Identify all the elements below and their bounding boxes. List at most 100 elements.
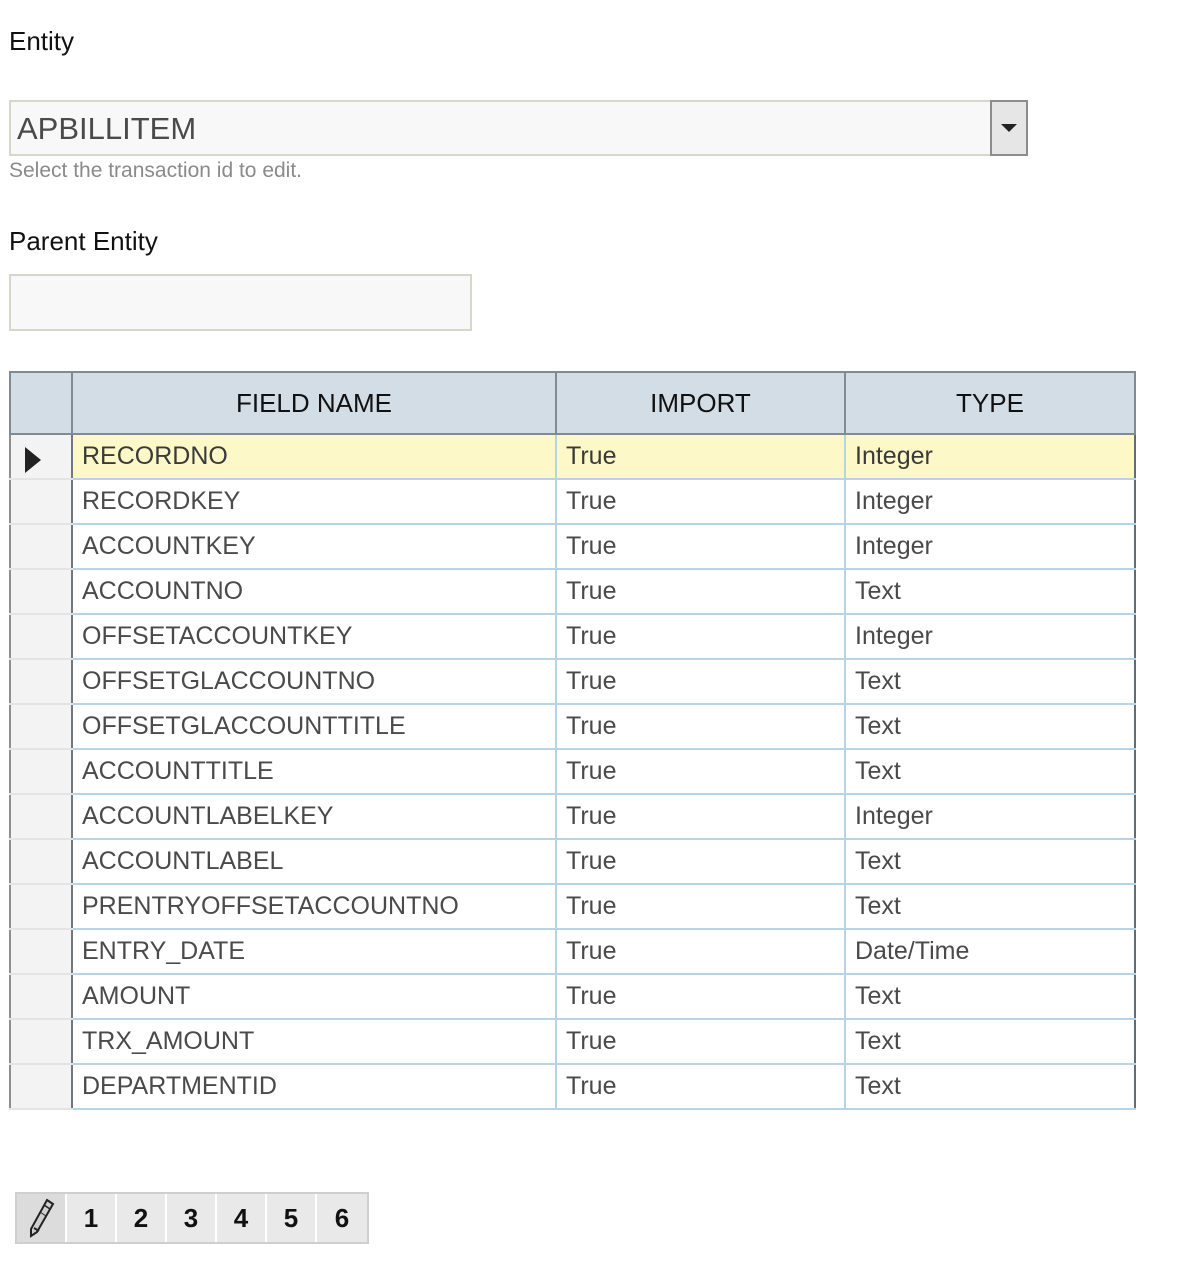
row-selector[interactable] <box>9 703 73 750</box>
row-selector[interactable] <box>9 478 73 525</box>
page-button-6[interactable]: 6 <box>317 1194 367 1242</box>
row-selector[interactable] <box>9 973 73 1020</box>
cell-field-name[interactable]: DEPARTMENTID <box>71 1063 557 1110</box>
cell-import[interactable]: True <box>555 703 846 750</box>
row-selector-header <box>9 371 73 435</box>
cell-import[interactable]: True <box>555 433 846 480</box>
cell-type[interactable]: Integer <box>844 613 1136 660</box>
cell-field-name[interactable]: AMOUNT <box>71 973 557 1020</box>
cell-field-name[interactable]: OFFSETGLACCOUNTNO <box>71 658 557 705</box>
cell-field-name[interactable]: ENTRY_DATE <box>71 928 557 975</box>
cell-type[interactable]: Integer <box>844 433 1136 480</box>
dropdown-toggle-button[interactable] <box>990 100 1028 156</box>
cell-type[interactable]: Text <box>844 748 1136 795</box>
cell-type[interactable]: Date/Time <box>844 928 1136 975</box>
cell-field-name[interactable]: RECORDKEY <box>71 478 557 525</box>
cell-type[interactable]: Integer <box>844 523 1136 570</box>
row-selector[interactable] <box>9 748 73 795</box>
cell-type[interactable]: Text <box>844 1063 1136 1110</box>
table-row[interactable]: DEPARTMENTID True Text <box>9 1063 1136 1110</box>
cell-type[interactable]: Text <box>844 838 1136 885</box>
row-selector[interactable] <box>9 433 73 480</box>
cell-type[interactable]: Text <box>844 1018 1136 1065</box>
column-header-import[interactable]: IMPORT <box>555 371 846 435</box>
cell-import[interactable]: True <box>555 928 846 975</box>
row-selector[interactable] <box>9 838 73 885</box>
parent-entity-label: Parent Entity <box>9 226 158 256</box>
row-selector[interactable] <box>9 1018 73 1065</box>
table-row[interactable]: OFFSETGLACCOUNTTITLE True Text <box>9 703 1136 750</box>
pager: 1 2 3 4 5 6 <box>15 1192 369 1244</box>
pager-edit-button[interactable] <box>17 1194 67 1242</box>
current-row-arrow-icon <box>25 447 41 473</box>
cell-field-name[interactable]: OFFSETGLACCOUNTTITLE <box>71 703 557 750</box>
page-button-5[interactable]: 5 <box>267 1194 317 1242</box>
row-selector[interactable] <box>9 658 73 705</box>
cell-import[interactable]: True <box>555 883 846 930</box>
cell-type[interactable]: Integer <box>844 793 1136 840</box>
table-row[interactable]: RECORDKEY True Integer <box>9 478 1136 525</box>
row-selector[interactable] <box>9 568 73 615</box>
column-header-type[interactable]: TYPE <box>844 371 1136 435</box>
cell-import[interactable]: True <box>555 1018 846 1065</box>
cell-type[interactable]: Text <box>844 973 1136 1020</box>
cell-field-name[interactable]: OFFSETACCOUNTKEY <box>71 613 557 660</box>
page-button-2[interactable]: 2 <box>117 1194 167 1242</box>
cell-field-name[interactable]: ACCOUNTNO <box>71 568 557 615</box>
row-selector[interactable] <box>9 928 73 975</box>
cell-field-name[interactable]: ACCOUNTLABEL <box>71 838 557 885</box>
table-row[interactable]: ACCOUNTLABEL True Text <box>9 838 1136 885</box>
cell-import[interactable]: True <box>555 1063 846 1110</box>
cell-field-name[interactable]: ACCOUNTKEY <box>71 523 557 570</box>
cell-import[interactable]: True <box>555 748 846 795</box>
table-row[interactable]: ACCOUNTLABELKEY True Integer <box>9 793 1136 840</box>
entity-dropdown[interactable]: APBILLITEM <box>9 100 1028 156</box>
entity-label: Entity <box>9 26 75 56</box>
cell-import[interactable]: True <box>555 613 846 660</box>
entity-dropdown-value: APBILLITEM <box>17 111 197 146</box>
table-row[interactable]: TRX_AMOUNT True Text <box>9 1018 1136 1065</box>
cell-type[interactable]: Integer <box>844 478 1136 525</box>
cell-import[interactable]: True <box>555 568 846 615</box>
fields-table: FIELD NAME IMPORT TYPE RECORDNO True Integ… <box>9 371 1136 1110</box>
cell-import[interactable]: True <box>555 793 846 840</box>
page-button-3[interactable]: 3 <box>167 1194 217 1242</box>
row-selector[interactable] <box>9 793 73 840</box>
table-row[interactable]: PRENTRYOFFSETACCOUNTNO True Text <box>9 883 1136 930</box>
table-row[interactable]: ACCOUNTKEY True Integer <box>9 523 1136 570</box>
table-row[interactable]: ACCOUNTNO True Text <box>9 568 1136 615</box>
column-header-field-name[interactable]: FIELD NAME <box>71 371 557 435</box>
cell-import[interactable]: True <box>555 658 846 705</box>
cell-field-name[interactable]: ACCOUNTLABELKEY <box>71 793 557 840</box>
entity-editor-page: Entity APBILLITEM Select the transaction… <box>0 0 1189 1279</box>
cell-type[interactable]: Text <box>844 658 1136 705</box>
row-selector[interactable] <box>9 1063 73 1110</box>
pencil-icon <box>30 1198 55 1238</box>
cell-field-name[interactable]: RECORDNO <box>71 433 557 480</box>
table-row[interactable]: AMOUNT True Text <box>9 973 1136 1020</box>
table-row[interactable]: ENTRY_DATE True Date/Time <box>9 928 1136 975</box>
cell-import[interactable]: True <box>555 973 846 1020</box>
cell-import[interactable]: True <box>555 478 846 525</box>
cell-field-name[interactable]: ACCOUNTTITLE <box>71 748 557 795</box>
table-row[interactable]: ACCOUNTTITLE True Text <box>9 748 1136 795</box>
cell-type[interactable]: Text <box>844 703 1136 750</box>
table-row[interactable]: OFFSETGLACCOUNTNO True Text <box>9 658 1136 705</box>
fields-grid: FIELD NAME IMPORT TYPE RECORDNO True Integ… <box>9 371 1136 1110</box>
row-selector[interactable] <box>9 883 73 930</box>
page-button-1[interactable]: 1 <box>67 1194 117 1242</box>
entity-hint-text: Select the transaction id to edit. <box>9 159 303 182</box>
row-selector[interactable] <box>9 523 73 570</box>
row-selector[interactable] <box>9 613 73 660</box>
cell-import[interactable]: True <box>555 523 846 570</box>
table-row[interactable]: RECORDNO True Integer <box>9 433 1136 480</box>
cell-type[interactable]: Text <box>844 883 1136 930</box>
parent-entity-input[interactable] <box>9 274 472 331</box>
cell-import[interactable]: True <box>555 838 846 885</box>
table-row[interactable]: OFFSETACCOUNTKEY True Integer <box>9 613 1136 660</box>
cell-field-name[interactable]: PRENTRYOFFSETACCOUNTNO <box>71 883 557 930</box>
cell-type[interactable]: Text <box>844 568 1136 615</box>
page-button-4[interactable]: 4 <box>217 1194 267 1242</box>
header-row: FIELD NAME IMPORT TYPE <box>9 371 1136 435</box>
cell-field-name[interactable]: TRX_AMOUNT <box>71 1018 557 1065</box>
